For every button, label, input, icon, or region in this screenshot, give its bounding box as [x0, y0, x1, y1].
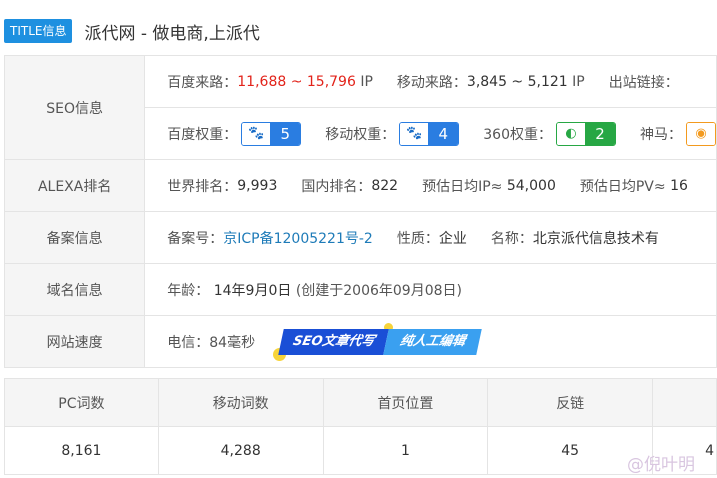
- icp-nature-value: 企业: [438, 230, 467, 247]
- header-backlinks: 反链: [487, 378, 654, 427]
- baidu-weight-badge[interactable]: 🐾 5: [241, 121, 302, 146]
- pc-words-value[interactable]: 8,161: [4, 426, 159, 475]
- shenma-label: 神马：: [640, 126, 682, 143]
- icp-label: 备案信息: [3, 211, 146, 264]
- outbound-label: 出站链接：: [608, 74, 679, 91]
- telecom-speed: 电信：84毫秒: [167, 334, 256, 351]
- mobile-weight-badge[interactable]: 🐾 4: [399, 121, 460, 146]
- baidu-traffic-unit: IP: [360, 73, 373, 90]
- header-mobile-words: 移动词数: [157, 378, 324, 427]
- weight-360-value: 2: [585, 122, 615, 145]
- domain-row: 年龄： 14年9月0日 (创建于2006年09月08日): [146, 265, 716, 315]
- daily-pv-label: 预估日均PV≈: [579, 178, 666, 195]
- mobile-traffic-value: 3,845 ~ 5,121: [466, 73, 568, 90]
- shenma-badge[interactable]: ◉: [686, 121, 716, 146]
- alexa-row: 世界排名： 9,993 国内排名： 822 预估日均IP≈ 54,000 预估日…: [146, 161, 716, 211]
- icp-name-label: 名称：: [490, 230, 533, 247]
- mobile-words-value[interactable]: 4,288: [157, 426, 324, 475]
- icp-number-link[interactable]: 京ICP备12005221号-2: [223, 228, 373, 248]
- mobile-traffic-unit: IP: [572, 73, 585, 90]
- weight-360-label: 360权重：: [483, 126, 552, 143]
- icp-nature-label: 性质：: [396, 230, 439, 247]
- daily-pv-value: 16: [670, 177, 688, 194]
- baidu-traffic-value[interactable]: 11,688 ~ 15,796: [237, 74, 356, 90]
- homepage-position-value: 1: [322, 426, 489, 475]
- header-pc-words: PC词数: [4, 378, 159, 427]
- domestic-rank-value: 822: [371, 177, 399, 194]
- seo-info-table: SEO信息 百度来路： 11,688 ~ 15,796 IP 移动来路： 3,8…: [3, 55, 717, 368]
- banner-part1: SEO文章代写: [278, 328, 390, 355]
- daily-ip-label: 预估日均IP≈: [422, 178, 503, 195]
- mobile-traffic-label: 移动来路：: [396, 74, 467, 91]
- paw-icon: 🐾: [242, 122, 271, 145]
- daily-ip-value: 54,000: [506, 177, 556, 194]
- banner-part2: 纯人工编辑: [383, 328, 483, 355]
- keyword-stats-table: PC词数 移动词数 首页位置 反链 8,161 4,288 1 45 4: [4, 378, 717, 475]
- speed-label: 网站速度: [3, 315, 146, 368]
- mobile-weight-value: 4: [428, 122, 459, 145]
- world-rank-value: 9,993: [237, 177, 278, 194]
- world-rank-label: 世界排名：: [167, 178, 238, 195]
- header-more: [652, 378, 717, 427]
- seo-writing-ad-banner[interactable]: SEO文章代写 纯人工编辑: [273, 322, 483, 361]
- icp-number-label: 备案号：: [167, 230, 224, 247]
- domestic-rank-label: 国内排名：: [301, 178, 372, 195]
- weight-360-badge[interactable]: ◐ 2: [556, 121, 616, 146]
- domain-label: 域名信息: [3, 263, 146, 316]
- paw-icon: 🐾: [400, 122, 429, 145]
- title-bar: TITLE信息 派代网 - 做电商,上派代: [4, 18, 260, 44]
- mobile-weight-label: 移动权重：: [325, 126, 396, 143]
- title-badge: TITLE信息: [4, 19, 73, 43]
- watermark: @倪叶明: [627, 455, 695, 475]
- alexa-label: ALEXA排名: [3, 159, 146, 212]
- 360-logo-icon: ◐: [557, 122, 585, 145]
- domain-created: (创建于2006年09月08日): [295, 282, 462, 299]
- header-homepage-position: 首页位置: [322, 378, 489, 427]
- domain-age-label: 年龄：: [167, 282, 210, 299]
- shenma-logo-icon: ◉: [687, 122, 715, 145]
- weight-row: 百度权重： 🐾 5 移动权重： 🐾 4 360权重： ◐ 2 神马： ◉: [146, 109, 716, 159]
- page-title: 派代网 - 做电商,上派代: [84, 23, 260, 44]
- domain-age-value: 14年9月0日: [213, 282, 292, 299]
- traffic-row: 百度来路： 11,688 ~ 15,796 IP 移动来路： 3,845 ~ 5…: [146, 57, 716, 107]
- icp-name-value: 北京派代信息技术有: [532, 230, 659, 247]
- baidu-traffic-label: 百度来路：: [167, 74, 238, 91]
- baidu-weight-label: 百度权重：: [167, 126, 238, 143]
- icp-row: 备案号： 京ICP备12005221号-2 性质： 企业 名称： 北京派代信息技…: [146, 213, 716, 263]
- table-header-row: PC词数 移动词数 首页位置 反链: [4, 378, 717, 427]
- seo-info-label: SEO信息: [3, 55, 146, 160]
- baidu-weight-value: 5: [270, 122, 301, 145]
- table-row: 8,161 4,288 1 45 4: [4, 426, 717, 475]
- speed-row: 电信：84毫秒 SEO文章代写 纯人工编辑: [146, 317, 716, 367]
